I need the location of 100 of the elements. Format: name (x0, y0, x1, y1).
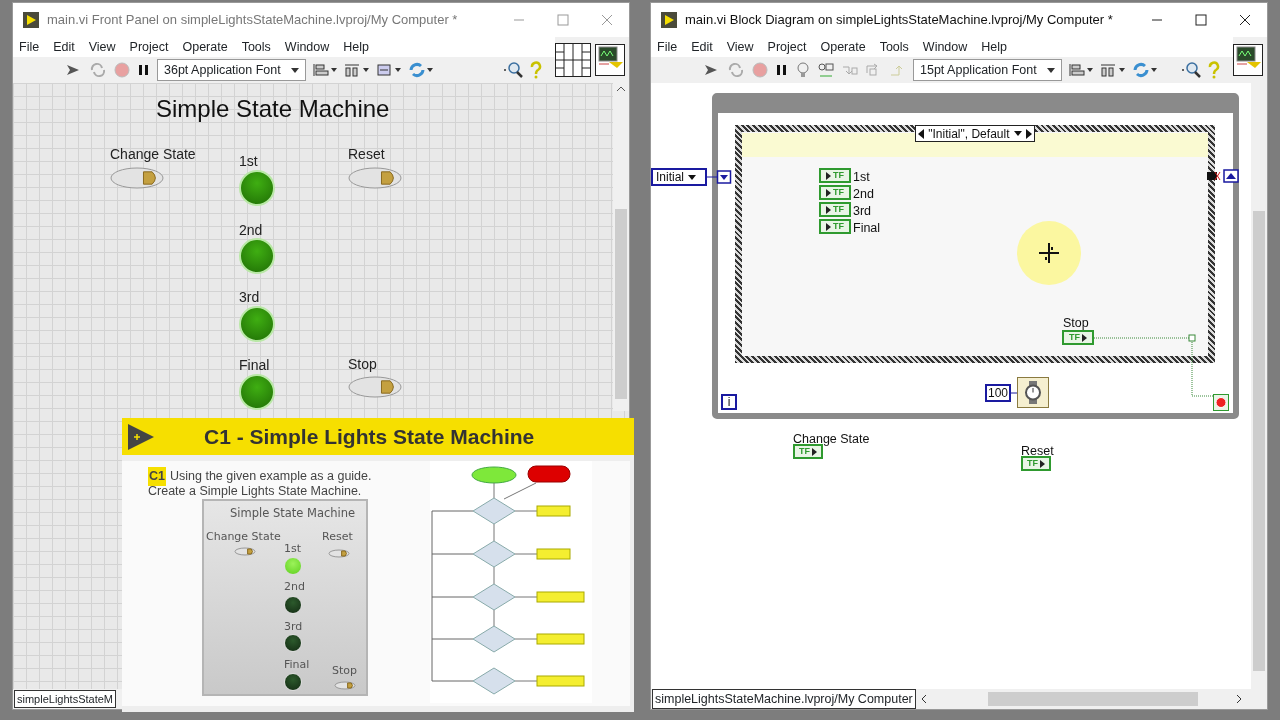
example-label: 3rd (284, 619, 303, 635)
vertical-scrollbar[interactable] (613, 83, 629, 411)
scrollbar-thumb[interactable] (1253, 211, 1265, 671)
distribute-objects-icon[interactable] (1099, 62, 1126, 78)
enum-constant[interactable]: Initial (651, 168, 707, 186)
boolean-indicator: TF (819, 202, 851, 217)
control-label: 1st (239, 152, 258, 171)
block-diagram-menu-item[interactable]: Tools (879, 37, 909, 57)
stop-condition-icon (1213, 394, 1229, 411)
abort-icon[interactable] (113, 61, 131, 79)
resize-objects-icon[interactable] (375, 62, 402, 78)
numeric-constant: 100 (985, 384, 1011, 402)
step-into-icon[interactable] (841, 63, 859, 77)
control-label: Change State (110, 145, 196, 164)
right-arrow-icon[interactable] (1026, 128, 1032, 139)
boolean-indicator: TF (819, 219, 851, 234)
stopwatch-icon (1017, 377, 1049, 408)
connector-pane-icon[interactable] (555, 43, 591, 77)
control-label: 3rd (239, 288, 260, 307)
terminal-label: Final (853, 220, 881, 237)
block-diagram-menu-item[interactable]: Help (981, 37, 1008, 57)
caret-icon (688, 174, 696, 180)
block-diagram-title: main.vi Block Diagram on simpleLightsStateMachine.lvproj/My Computer * (685, 11, 1113, 30)
scroll-right-icon[interactable] (1235, 694, 1243, 704)
front-panel-menu-item[interactable]: Edit (53, 37, 75, 57)
iteration-terminal: i (721, 394, 737, 410)
vi-icon[interactable] (595, 44, 625, 76)
boolean-indicator: TF (819, 185, 851, 200)
boolean-control: TF (1062, 330, 1094, 345)
abort-icon[interactable] (751, 61, 769, 79)
toggle-switch[interactable] (348, 167, 402, 189)
block-diagram-menu-item[interactable]: View (726, 37, 754, 57)
close-icon[interactable] (1239, 14, 1251, 26)
reorder-icon[interactable] (1131, 61, 1158, 79)
terminal-label: 1st (853, 169, 870, 186)
run-continuously-icon[interactable] (89, 62, 107, 78)
front-panel-menu-item[interactable]: View (88, 37, 116, 57)
front-panel-menu-item[interactable]: Help (343, 37, 370, 57)
front-panel-menu-item[interactable]: File (19, 37, 40, 57)
case-selector[interactable]: "Initial", Default (915, 125, 1035, 142)
example-label: Reset (322, 529, 353, 545)
terminal-label: Stop (1063, 315, 1089, 332)
example-label: 2nd (284, 579, 305, 595)
case-selector-terminal-icon (707, 170, 733, 184)
align-objects-icon[interactable] (1067, 62, 1094, 78)
run-continuously-icon[interactable] (727, 62, 745, 78)
caret-icon (1046, 67, 1055, 73)
front-panel-menu-item[interactable]: Project (129, 37, 169, 57)
toggle-switch[interactable] (110, 167, 164, 189)
search-icon[interactable] (503, 61, 523, 79)
instruction-text: Create a Simple Lights State Machine. (148, 483, 362, 500)
control-label: Final (239, 356, 270, 375)
reorder-icon[interactable] (407, 61, 434, 79)
scroll-left-icon[interactable] (919, 694, 928, 704)
caret-icon (290, 67, 299, 73)
maximize-icon[interactable] (1195, 14, 1207, 26)
left-arrow-icon[interactable] (918, 128, 924, 139)
shift-register-icon (1207, 169, 1239, 183)
instruction-text: Using the given example as a guide. (170, 468, 372, 485)
example-label: Stop (332, 663, 357, 679)
vi-icon[interactable] (1233, 44, 1263, 76)
boolean-control: TF (1021, 456, 1051, 471)
terminal-label: 3rd (853, 203, 872, 220)
wire (1011, 392, 1019, 394)
example-panel-title: Simple State Machine (230, 505, 356, 522)
scrollbar-thumb[interactable] (987, 692, 1198, 706)
block-diagram-menu-item[interactable]: Operate (820, 37, 866, 57)
block-diagram-menu-item[interactable]: Edit (691, 37, 713, 57)
search-icon[interactable] (1181, 61, 1201, 79)
front-panel-menu-item[interactable]: Window (284, 37, 330, 57)
retain-wire-values-icon[interactable] (817, 62, 835, 78)
toggle-switch[interactable] (328, 549, 350, 558)
front-panel-menu-item[interactable]: Tools (241, 37, 271, 57)
block-diagram-menu-item[interactable]: File (657, 37, 678, 57)
pause-icon[interactable] (137, 63, 151, 77)
labview-logo-icon (661, 12, 677, 28)
front-panel-menu-item[interactable]: Operate (182, 37, 228, 57)
pause-icon[interactable] (775, 63, 789, 77)
control-label: Reset (348, 145, 385, 164)
status-path: simpleLightsStateM (14, 689, 116, 709)
toggle-switch[interactable] (348, 376, 402, 398)
lightbulb-icon[interactable] (795, 61, 811, 79)
panel-title: Simple State Machine (156, 94, 390, 124)
front-panel-font-dropdown[interactable]: 36pt Application Font (157, 59, 306, 81)
toggle-switch[interactable] (334, 681, 356, 690)
example-label: Final (284, 657, 310, 673)
cursor-icon (1017, 221, 1081, 285)
control-label: 2nd (239, 221, 263, 240)
scrollbar-thumb[interactable] (615, 209, 627, 399)
exercise-tag: C1 (148, 467, 166, 486)
control-label: Stop (348, 355, 377, 374)
block-diagram-font-dropdown[interactable]: 15pt Application Font (913, 59, 1062, 81)
play-logo-icon (126, 422, 156, 451)
block-diagram-menu-item[interactable]: Project (767, 37, 807, 57)
distribute-objects-icon[interactable] (343, 62, 370, 78)
block-diagram-menu-item[interactable]: Window (922, 37, 968, 57)
toggle-switch[interactable] (234, 547, 256, 556)
example-label: Change State (206, 529, 281, 545)
align-objects-icon[interactable] (311, 62, 338, 78)
example-label: 1st (284, 541, 302, 557)
